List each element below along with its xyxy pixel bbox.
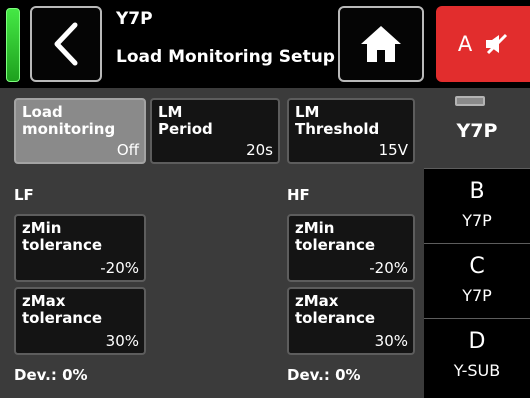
lm-period-label: LM Period: [158, 103, 213, 138]
hf-zmax-label: zMax tolerance: [295, 292, 376, 327]
chevron-left-icon: [54, 22, 78, 66]
lf-zmin-label: zMin tolerance: [22, 219, 103, 254]
home-button[interactable]: [338, 6, 424, 82]
lm-threshold-value: 15V: [378, 141, 408, 159]
device-name: Y7P: [116, 9, 153, 29]
back-button[interactable]: [30, 6, 102, 82]
lf-zmax-tolerance-button[interactable]: zMax tolerance 30%: [14, 287, 146, 355]
speaker-mute-icon: [486, 33, 508, 55]
lf-zmax-value: 30%: [105, 332, 139, 350]
channel-tab-c[interactable]: C Y7P: [424, 243, 530, 318]
channel-b-letter: B: [469, 179, 485, 204]
load-monitoring-value: Off: [116, 141, 139, 159]
hf-zmin-tolerance-button[interactable]: zMin tolerance -20%: [287, 214, 415, 282]
active-channel-indicator: [455, 96, 485, 106]
lm-period-value: 20s: [246, 141, 273, 159]
lf-deviation: Dev.: 0%: [14, 366, 88, 384]
channel-c-name: Y7P: [462, 286, 492, 305]
mute-channel-label: A: [457, 32, 473, 56]
hf-zmin-label: zMin tolerance: [295, 219, 376, 254]
lf-zmax-label: zMax tolerance: [22, 292, 103, 327]
lm-threshold-label: LM Threshold: [295, 103, 380, 138]
hf-section-title: HF: [287, 186, 310, 204]
lf-zmin-tolerance-button[interactable]: zMin tolerance -20%: [14, 214, 146, 282]
status-led: [6, 8, 20, 82]
page-title: Load Monitoring Setup: [116, 47, 335, 67]
lm-period-button[interactable]: LM Period 20s: [150, 98, 280, 164]
channel-b-name: Y7P: [462, 211, 492, 230]
channel-d-letter: D: [468, 329, 486, 354]
hf-zmax-tolerance-button[interactable]: zMax tolerance 30%: [287, 287, 415, 355]
lf-section-title: LF: [14, 186, 34, 204]
lf-zmin-value: -20%: [100, 259, 139, 277]
channel-tab-b[interactable]: B Y7P: [424, 168, 530, 243]
channel-c-letter: C: [469, 254, 485, 279]
mute-button[interactable]: A: [436, 6, 530, 82]
load-monitoring-label: Load monitoring: [22, 103, 116, 138]
channel-d-name: Y-SUB: [453, 361, 501, 380]
home-icon: [361, 26, 401, 62]
channel-tab-d[interactable]: D Y-SUB: [424, 318, 530, 398]
lm-threshold-button[interactable]: LM Threshold 15V: [287, 98, 415, 164]
hf-zmax-value: 30%: [374, 332, 408, 350]
hf-deviation: Dev.: 0%: [287, 366, 361, 384]
channel-a-name: Y7P: [456, 120, 498, 142]
hf-zmin-value: -20%: [369, 259, 408, 277]
load-monitoring-button[interactable]: Load monitoring Off: [14, 98, 146, 164]
